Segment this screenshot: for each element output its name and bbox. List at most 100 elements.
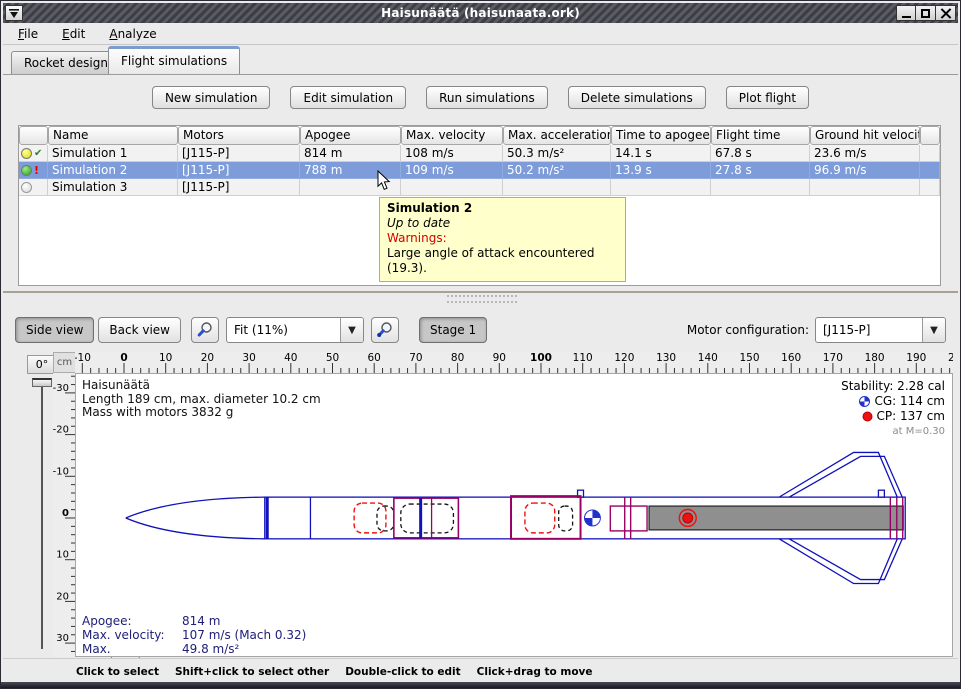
cell-time-to-apogee: 13.9 s	[611, 162, 711, 179]
header-name[interactable]: Name	[48, 126, 178, 145]
mouse-cursor	[377, 170, 391, 195]
status-stale-icon	[21, 148, 32, 159]
cell-time-to-apogee: 14.1 s	[611, 145, 711, 162]
menu-bar: File Edit Analyze	[3, 23, 958, 45]
run-simulations-button[interactable]: Run simulations	[426, 86, 548, 109]
header-filler	[920, 126, 940, 145]
motor-configuration-select[interactable]: [J115-P] ▼	[815, 317, 946, 343]
hint-click-drag: Click+drag to move	[477, 666, 593, 678]
edit-simulation-button[interactable]: Edit simulation	[290, 86, 406, 109]
parachute[interactable]	[525, 503, 555, 533]
status-uptodate-icon	[21, 165, 32, 176]
cell-ground-hit-velocity: 96.9 m/s	[810, 162, 920, 179]
zoom-in-button[interactable]	[371, 317, 399, 343]
zoom-select[interactable]: Fit (11%) ▼	[226, 317, 364, 343]
table-row-simulation-3[interactable]: Simulation 3 [J115-P]	[19, 179, 940, 196]
magnifier-minus-icon	[196, 321, 214, 339]
ok-check-icon: ✔	[34, 148, 42, 159]
rocket-canvas[interactable]: Haisunäätä Length 189 cm, max. diameter …	[75, 373, 953, 657]
delete-simulations-button[interactable]: Delete simulations	[568, 86, 706, 109]
cell-time-to-apogee	[611, 179, 711, 196]
svg-text:50: 50	[326, 352, 339, 364]
svg-text:140: 140	[698, 352, 718, 364]
cell-motors: [J115-P]	[178, 162, 300, 179]
tab-bar: Rocket design Flight simulations	[3, 46, 958, 74]
header-time-to-apogee[interactable]: Time to apogee	[611, 126, 711, 145]
cell-name: Simulation 2	[48, 162, 178, 179]
cell-apogee: 814 m	[300, 145, 401, 162]
tooltip-warnings-label: Warnings:	[387, 231, 618, 246]
svg-text:90: 90	[493, 352, 506, 364]
status-cell	[19, 179, 48, 196]
svg-text:30: 30	[56, 633, 69, 644]
vertical-ruler: -30-20-100102030	[53, 373, 75, 657]
title-bar[interactable]: Haisunäätä (haisunaata.ork)	[3, 3, 958, 23]
inner-tube[interactable]	[610, 506, 647, 531]
cell-flight-time	[711, 179, 810, 196]
apogee-label: Apogee:	[82, 614, 182, 628]
splitter-line	[3, 291, 958, 293]
chute-in-coupler[interactable]	[401, 504, 454, 533]
window-title: Haisunäätä (haisunaata.ork)	[3, 6, 958, 20]
svg-text:40: 40	[284, 352, 297, 364]
rotation-slider-track[interactable]	[41, 381, 43, 649]
close-button[interactable]	[936, 5, 956, 21]
menu-analyze[interactable]: Analyze	[104, 25, 161, 43]
header-ground-hit-velocity[interactable]: Ground hit velocity	[810, 126, 920, 145]
svg-text:30: 30	[242, 352, 255, 364]
cg-icon	[859, 396, 870, 407]
side-view-button[interactable]: Side view	[15, 317, 94, 343]
minimize-button[interactable]	[896, 5, 916, 21]
fin-upper-far[interactable]	[789, 456, 902, 497]
cell-flight-time: 67.8 s	[711, 145, 810, 162]
tab-flight-simulations[interactable]: Flight simulations	[108, 46, 240, 74]
maximize-button[interactable]	[916, 5, 936, 21]
cell-ground-hit-velocity	[810, 179, 920, 196]
stage-1-toggle[interactable]: Stage 1	[419, 317, 487, 343]
header-motors[interactable]: Motors	[178, 126, 300, 145]
svg-text:80: 80	[451, 352, 464, 364]
tooltip-warning-text: Large angle of attack encountered (19.3)…	[387, 246, 618, 276]
splitter-handle[interactable]	[447, 295, 517, 303]
header-apogee[interactable]: Apogee	[300, 126, 401, 145]
header-max-acceleration[interactable]: Max. acceleration	[503, 126, 611, 145]
svg-text:200: 200	[948, 352, 953, 364]
cell-name: Simulation 1	[48, 145, 178, 162]
parachute[interactable]	[354, 503, 386, 533]
back-view-button[interactable]: Back view	[98, 317, 181, 343]
table-row-simulation-2[interactable]: ! Simulation 2 [J115-P] 788 m 109 m/s 50…	[19, 162, 940, 179]
rocket-view-panel: 0° cm -100102030405060708090100110120130…	[3, 347, 958, 658]
status-notsimulated-icon	[21, 182, 32, 193]
rotation-slider-handle[interactable]	[32, 378, 52, 387]
menu-file[interactable]: File	[13, 25, 43, 43]
svg-text:110: 110	[573, 352, 593, 364]
maximize-icon	[921, 9, 930, 18]
zoom-out-button[interactable]	[191, 317, 219, 343]
svg-text:-20: -20	[53, 425, 69, 436]
hint-click-select: Click to select	[76, 666, 159, 678]
svg-text:-10: -10	[53, 466, 69, 477]
svg-text:0: 0	[62, 508, 69, 519]
table-header-row: Name Motors Apogee Max. velocity Max. ac…	[19, 126, 940, 145]
header-max-velocity[interactable]: Max. velocity	[401, 126, 503, 145]
table-row-simulation-1[interactable]: ✔ Simulation 1 [J115-P] 814 m 108 m/s 50…	[19, 145, 940, 162]
svg-text:70: 70	[409, 352, 422, 364]
horizontal-ruler: -100102030405060708090100110120130140150…	[75, 352, 953, 373]
svg-text:20: 20	[201, 352, 214, 364]
tooltip-title: Simulation 2	[387, 201, 618, 216]
shock-cord[interactable]	[559, 506, 573, 531]
new-simulation-button[interactable]: New simulation	[152, 86, 271, 109]
tab-rocket-design[interactable]: Rocket design	[11, 51, 121, 74]
svg-text:100: 100	[530, 352, 552, 364]
hint-double-click: Double-click to edit	[345, 666, 460, 678]
header-flight-time[interactable]: Flight time	[711, 126, 810, 145]
motor-configuration-label: Motor configuration:	[687, 323, 809, 337]
fin-lower[interactable]	[779, 539, 897, 584]
nose-cone[interactable]	[126, 497, 265, 539]
menu-edit[interactable]: Edit	[57, 25, 90, 43]
launch-lug[interactable]	[878, 490, 884, 497]
plot-flight-button[interactable]: Plot flight	[726, 86, 809, 109]
cell-max-velocity: 108 m/s	[401, 145, 503, 162]
fin-lower-far[interactable]	[789, 539, 902, 580]
header-status[interactable]	[19, 126, 48, 145]
